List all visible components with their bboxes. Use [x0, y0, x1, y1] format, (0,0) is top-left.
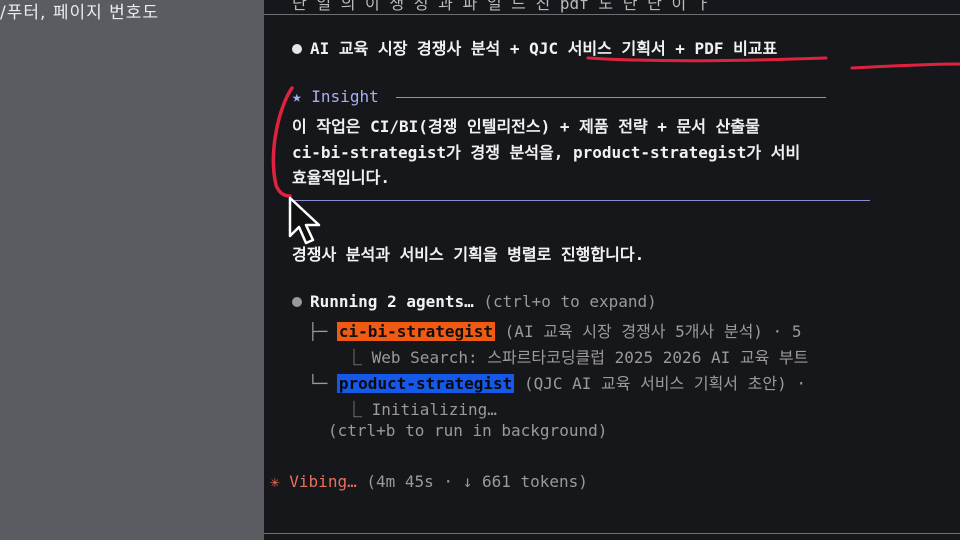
star-icon: ★: [292, 87, 302, 106]
status-label: Vibing…: [289, 472, 357, 491]
agent-name-tag: ci-bi-strategist: [336, 322, 496, 341]
left-pane-text: /푸터, 페이지 번호도: [0, 3, 160, 23]
bottom-separator: [264, 533, 960, 534]
expand-hint: (ctrl+o to expand): [483, 292, 657, 311]
agent-subtask: ⎿ Web Search: 스파르타코딩클럽 2025 2026 AI 교육 부…: [346, 348, 809, 367]
tree-corner-icon: ⎿: [346, 400, 372, 419]
cut-off-line: 단 일 의 이 생 성 과 파 일 드 진 pdf 도 단 단 이 ㅏ: [292, 0, 711, 13]
tree-branch-icon: └─: [308, 374, 337, 393]
agent-description: (AI 교육 시장 경쟁사 5개사 분석) · 5: [504, 322, 802, 341]
insight-line-2: ci-bi-strategist가 경쟁 분석을, product-strate…: [292, 143, 801, 162]
left-pane: /푸터, 페이지 번호도: [0, 0, 264, 540]
task-line: AI 교육 시장 경쟁사 분석 + QJC 서비스 기획서 + PDF 비교표: [292, 35, 777, 59]
status-line: ✳ Vibing… (4m 45s · ↓ 661 tokens): [270, 472, 588, 491]
insight-line-3: 효율적입니다.: [292, 168, 390, 187]
task-text: AI 교육 시장 경쟁사 분석 + QJC 서비스 기획서 + PDF 비교표: [310, 39, 778, 58]
running-line[interactable]: Running 2 agents… (ctrl+o to expand): [292, 292, 657, 311]
insight-line-1: 이 작업은 CI/BI(경쟁 인텔리전스) + 제품 전략 + 문서 산출물: [292, 117, 760, 136]
bullet-icon: [292, 296, 302, 307]
bullet-icon: [292, 43, 302, 54]
plan-line: 경쟁사 분석과 서비스 기획을 병렬로 진행합니다.: [292, 245, 645, 264]
agent-row[interactable]: ├─ ci-bi-strategist (AI 교육 시장 경쟁사 5개사 분석…: [308, 318, 801, 342]
mouse-cursor-icon: [288, 196, 321, 245]
insight-rule: [396, 97, 827, 98]
spinner-icon: ✳: [270, 472, 280, 491]
background-hint: (ctrl+b to run in background): [328, 421, 608, 440]
tree-corner-icon: ⎿: [346, 348, 372, 367]
tree-branch-icon: ├─: [308, 322, 337, 341]
insight-bottom-rule: [292, 190, 870, 209]
agent-description: (QJC AI 교육 서비스 기획서 초안) ·: [523, 374, 806, 393]
insight-label: Insight: [311, 87, 379, 106]
status-detail: (4m 45s · ↓ 661 tokens): [366, 472, 588, 491]
agent-row[interactable]: └─ product-strategist (QJC AI 교육 서비스 기획서…: [308, 370, 806, 394]
terminal-pane[interactable]: 단 일 의 이 생 성 과 파 일 드 진 pdf 도 단 단 이 ㅏ AI 교…: [264, 0, 960, 540]
top-separator: [264, 14, 960, 15]
insight-header: ★ Insight: [292, 87, 827, 106]
running-title: Running 2 agents…: [310, 292, 474, 311]
agent-name-tag: product-strategist: [336, 374, 515, 393]
agent-subtask: ⎿ Initializing…: [346, 400, 497, 419]
